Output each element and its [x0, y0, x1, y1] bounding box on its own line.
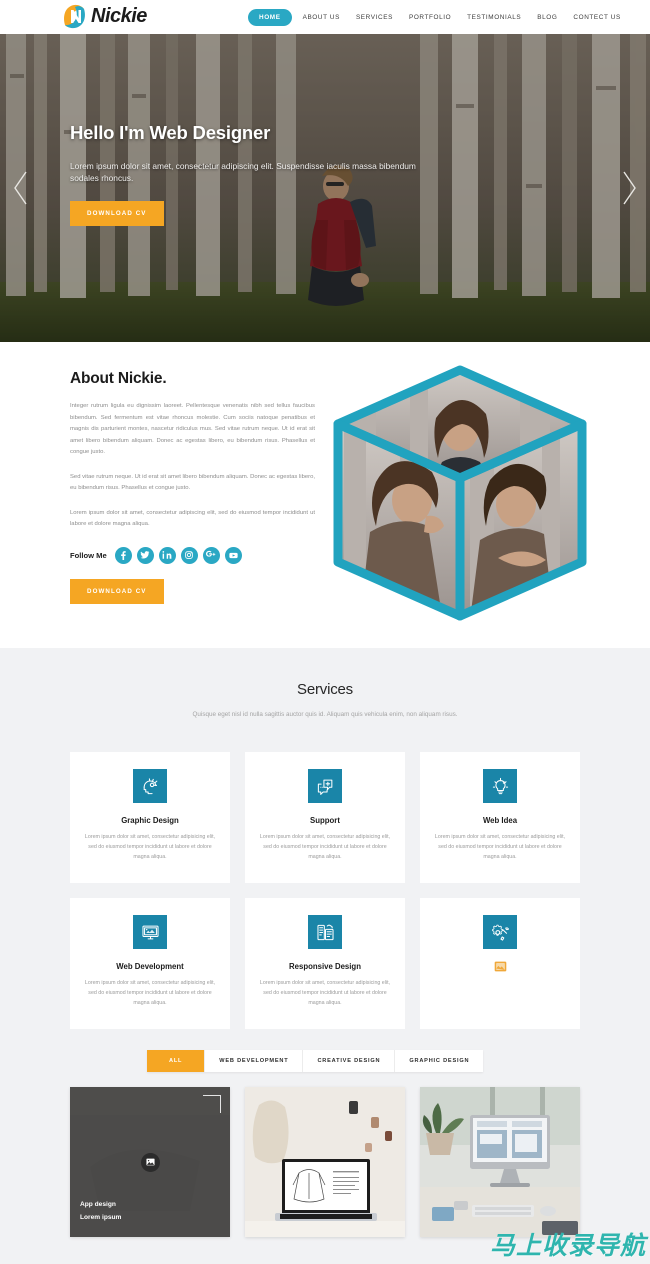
portfolio-item-subtitle: Lorem ipsum — [80, 1214, 122, 1221]
head-idea-icon — [133, 769, 167, 803]
portfolio-filter-graphic-design[interactable]: GRAPHIC DESIGN — [395, 1050, 484, 1072]
logo-text: Nickie — [91, 5, 147, 27]
site-watermark: 马上收录导航 — [489, 1232, 646, 1260]
services-subtitle: Quisque eget nisl id nulla sagittis auct… — [192, 711, 458, 718]
hero-next-arrow[interactable] — [618, 168, 640, 208]
nav-item-portfolio[interactable]: PORTFOLIO — [401, 14, 459, 21]
linkedin-icon[interactable] — [158, 546, 176, 564]
about-download-cv-button[interactable]: DOWNLOAD CV — [70, 578, 164, 604]
image-icon[interactable] — [140, 1152, 160, 1172]
hero-slider: Hello I'm Web Designer Lorem ipsum dolor… — [0, 34, 650, 342]
service-card-web-development[interactable]: Web Development Lorem ipsum dolor sit am… — [70, 898, 230, 1029]
portfolio-item-title: App design — [80, 1201, 116, 1208]
about-section: About Nickie. Integer rutrum ligula eu d… — [0, 342, 650, 648]
portfolio-filter-web-development[interactable]: WEB DEVELOPMENT — [205, 1050, 304, 1072]
hero-content: Hello I'm Web Designer Lorem ipsum dolor… — [70, 122, 430, 227]
service-text: Lorem ipsum dolor sit amet, consectetur … — [434, 834, 566, 860]
portfolio-thumbnail — [245, 1087, 405, 1237]
service-text: Lorem ipsum dolor sit amet, consectetur … — [259, 834, 391, 860]
social-links — [114, 546, 242, 564]
nav-item-services[interactable]: SERVICES — [348, 14, 401, 21]
service-card-support[interactable]: Support Lorem ipsum dolor sit amet, cons… — [245, 752, 405, 883]
nav-item-blog[interactable]: BLOG — [529, 14, 565, 21]
about-photo-cube — [330, 362, 590, 627]
portfolio-filter-tabs: ALL WEB DEVELOPMENT CREATIVE DESIGN GRAP… — [147, 1050, 484, 1072]
portfolio-hover-overlay: App design Lorem ipsum — [70, 1087, 230, 1237]
about-text-column: About Nickie. Integer rutrum ligula eu d… — [70, 370, 315, 604]
instagram-icon[interactable] — [180, 546, 198, 564]
hero-title: Hello I'm Web Designer — [70, 122, 271, 143]
services-title: Services — [297, 681, 353, 698]
logo[interactable]: Nickie — [62, 3, 147, 29]
hero-download-cv-button[interactable]: DOWNLOAD CV — [70, 201, 164, 227]
nav-item-home[interactable]: HOME — [248, 9, 292, 26]
portfolio-item-app-design[interactable]: App design Lorem ipsum — [70, 1087, 230, 1237]
google-plus-icon[interactable] — [202, 546, 220, 564]
about-paragraph-1: Integer rutrum ligula eu dignissim laore… — [70, 403, 315, 456]
follow-me-label: Follow Me — [70, 550, 107, 560]
monitor-code-icon — [133, 915, 167, 949]
nav-item-contact-us[interactable]: CONTECT US — [565, 14, 628, 21]
portfolio-filter-creative-design[interactable]: CREATIVE DESIGN — [303, 1050, 396, 1072]
twitter-icon[interactable] — [136, 546, 154, 564]
portfolio-corner-bracket — [203, 1095, 221, 1113]
responsive-devices-icon — [308, 915, 342, 949]
portfolio-filter-all[interactable]: ALL — [147, 1050, 206, 1072]
service-text: Lorem ipsum dolor sit amet, consectetur … — [84, 980, 216, 1006]
services-card-grid: Graphic Design Lorem ipsum dolor sit ame… — [70, 752, 580, 1029]
portfolio-grid: App design Lorem ipsum — [70, 1087, 580, 1237]
nickie-n-monogram-icon — [62, 3, 87, 29]
service-title: Support — [310, 816, 340, 825]
service-title: Web Development — [116, 962, 184, 971]
portfolio-caption: App design Lorem ipsum — [80, 1201, 121, 1221]
main-navigation: HOME ABOUT US SERVICES PORTFOLIO TESTIMO… — [248, 9, 629, 26]
about-title: About Nickie. — [70, 370, 167, 387]
nav-item-about-us[interactable]: ABOUT US — [295, 14, 348, 21]
portfolio-thumbnail — [420, 1087, 580, 1237]
follow-me-row: Follow Me — [70, 546, 315, 564]
about-cta-wrap: DOWNLOAD CV — [70, 578, 315, 604]
hero-subtitle: Lorem ipsum dolor sit amet, consectetur … — [70, 161, 416, 184]
service-text: Lorem ipsum dolor sit amet, consectetur … — [259, 980, 391, 1006]
about-paragraph-2: Sed vitae rutrum neque. Ut id erat sit a… — [70, 473, 315, 492]
page-root: Nickie HOME ABOUT US SERVICES PORTFOLIO … — [0, 0, 650, 1264]
youtube-icon[interactable] — [224, 546, 242, 564]
site-header: Nickie HOME ABOUT US SERVICES PORTFOLIO … — [0, 0, 650, 34]
service-title: Responsive Design — [289, 962, 361, 971]
service-card-graphic-design[interactable]: Graphic Design Lorem ipsum dolor sit ame… — [70, 752, 230, 883]
service-title: Graphic Design — [121, 816, 179, 825]
chat-support-icon — [308, 769, 342, 803]
gear-wrench-icon — [483, 915, 517, 949]
portfolio-item-imac-desk[interactable] — [420, 1087, 580, 1237]
services-header: Services Quisque eget nisl id nulla sagi… — [0, 648, 650, 718]
portfolio-item-laptop-sketch[interactable] — [245, 1087, 405, 1237]
service-card-web-idea[interactable]: Web Idea Lorem ipsum dolor sit amet, con… — [420, 752, 580, 883]
service-text: Lorem ipsum dolor sit amet, consectetur … — [84, 834, 216, 860]
service-title: Web Idea — [482, 816, 518, 825]
nav-item-testimonials[interactable]: TESTIMONIALS — [459, 14, 529, 21]
lightbulb-idea-icon — [483, 769, 517, 803]
about-paragraph-3: Lorem ipsum dolor sit amet, consectetur … — [70, 509, 315, 528]
service-card-responsive-design[interactable]: Responsive Design Lorem ipsum dolor sit … — [245, 898, 405, 1029]
facebook-icon[interactable] — [114, 546, 132, 564]
service-card-broken[interactable] — [420, 898, 580, 1029]
hero-prev-arrow[interactable] — [10, 168, 32, 208]
broken-image-icon — [494, 961, 507, 972]
